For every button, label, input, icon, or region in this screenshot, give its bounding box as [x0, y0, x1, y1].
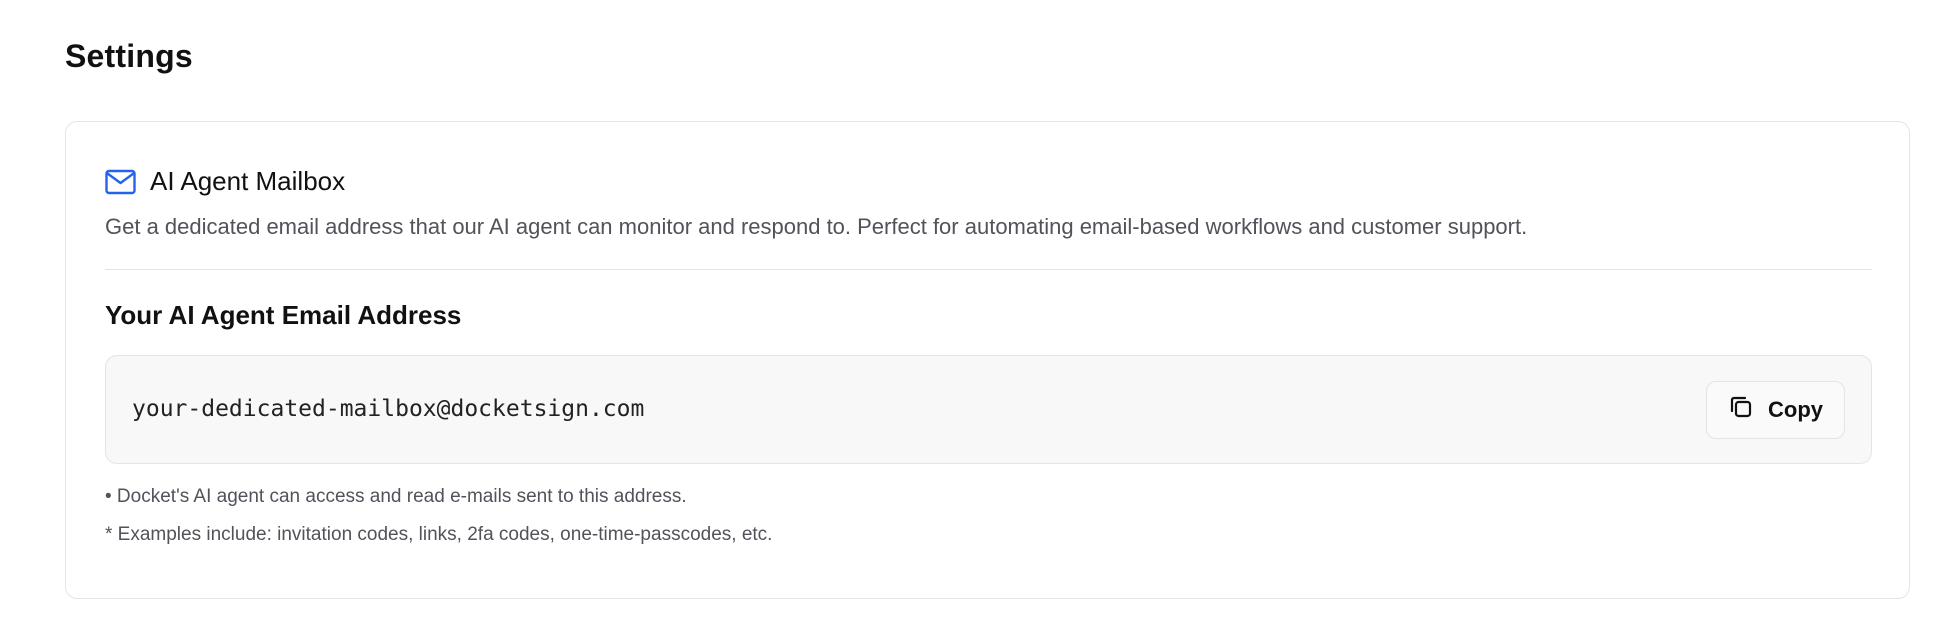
examples-note: * Examples include: invitation codes, li… [105, 524, 773, 545]
page-title: Settings [65, 38, 193, 74]
copy-button[interactable]: Copy [1706, 381, 1845, 439]
card-title: AI Agent Mailbox [150, 166, 346, 196]
mail-icon [105, 169, 136, 195]
email-address-value[interactable]: your-dedicated-mailbox@docketsign.com [132, 396, 644, 422]
email-address-box: your-dedicated-mailbox@docketsign.com Co… [105, 355, 1872, 464]
ai-agent-mailbox-card: AI Agent Mailbox Get a dedicated email a… [65, 121, 1910, 599]
card-header: AI Agent Mailbox [105, 166, 345, 197]
copy-icon [1728, 394, 1754, 420]
settings-page: Settings AI Agent Mailbox Get a dedicate… [0, 0, 1958, 624]
email-section-title: Your AI Agent Email Address [105, 300, 462, 330]
card-description: Get a dedicated email address that our A… [105, 214, 1528, 239]
divider [105, 269, 1872, 270]
copy-button-label: Copy [1768, 397, 1823, 422]
access-note: • Docket's AI agent can access and read … [105, 486, 687, 507]
